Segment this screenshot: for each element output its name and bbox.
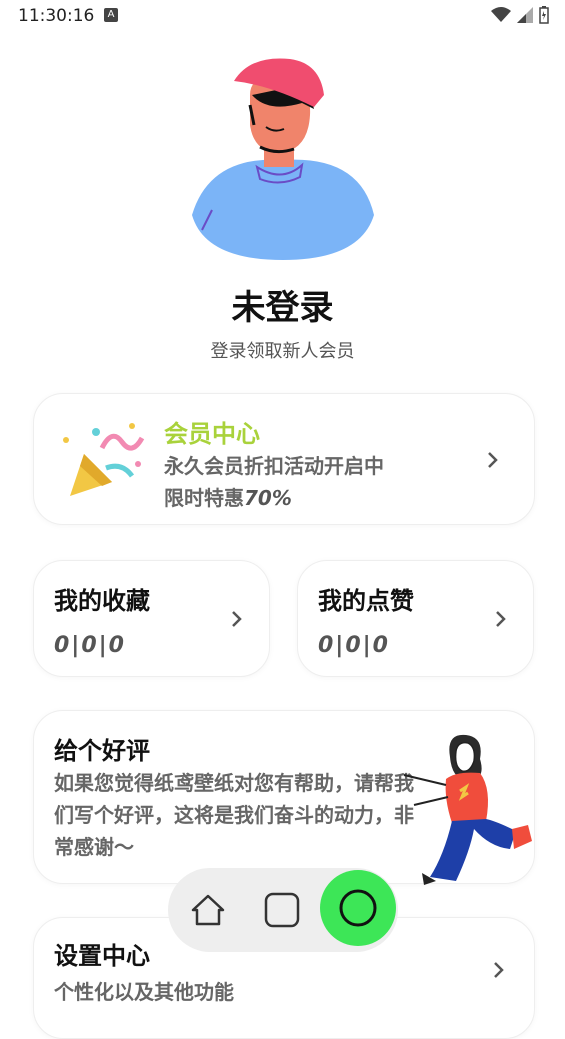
likes-title: 我的点赞 xyxy=(318,587,414,615)
settings-title: 设置中心 xyxy=(54,942,150,970)
nav-circle-button[interactable] xyxy=(320,870,396,946)
chevron-right-icon xyxy=(488,452,498,468)
vip-discount-value: 70% xyxy=(244,486,292,510)
favorites-count: 0|0|0 xyxy=(54,633,126,658)
notification-icon: A xyxy=(104,8,118,22)
vip-discount-label: 限时特惠 xyxy=(164,486,244,510)
favorites-title: 我的收藏 xyxy=(54,587,150,615)
vip-title: 会员中心 xyxy=(164,420,260,448)
bottom-navigation xyxy=(168,868,398,952)
vip-desc: 永久会员折扣活动开启中 xyxy=(164,454,384,478)
vip-discount: 限时特惠70% xyxy=(164,482,292,511)
signal-icon xyxy=(517,7,533,23)
status-icons xyxy=(491,6,549,24)
square-icon xyxy=(264,892,300,928)
person-illustration xyxy=(403,734,532,885)
nav-square-button[interactable] xyxy=(260,890,304,930)
circle-icon xyxy=(339,889,377,927)
my-favorites-card[interactable]: 我的收藏 0|0|0 xyxy=(33,560,270,677)
review-title: 给个好评 xyxy=(54,737,150,765)
wifi-icon xyxy=(491,7,511,22)
avatar[interactable] xyxy=(190,55,376,260)
status-time: 11:30:16 xyxy=(18,6,95,26)
party-popper-icon xyxy=(63,423,145,496)
likes-count: 0|0|0 xyxy=(318,633,390,658)
review-desc: 如果您觉得纸鸢壁纸对您有帮助，请帮我们写个好评，这将是我们奋斗的动力，非常感谢～ xyxy=(54,771,414,859)
battery-icon xyxy=(539,6,549,24)
settings-desc: 个性化以及其他功能 xyxy=(54,980,234,1004)
home-icon xyxy=(191,894,225,926)
chevron-right-icon xyxy=(232,611,242,627)
my-likes-card[interactable]: 我的点赞 0|0|0 xyxy=(297,560,534,677)
chevron-right-icon xyxy=(494,962,504,978)
rate-us-card[interactable]: 给个好评 如果您觉得纸鸢壁纸对您有帮助，请帮我们写个好评，这将是我们奋斗的动力，… xyxy=(33,710,535,885)
nav-home-button[interactable] xyxy=(186,890,230,930)
login-status-title[interactable]: 未登录 xyxy=(0,280,565,329)
chevron-right-icon xyxy=(496,611,506,627)
login-prompt[interactable]: 登录领取新人会员 xyxy=(0,337,565,363)
vip-center-card[interactable]: 会员中心 永久会员折扣活动开启中 限时特惠70% xyxy=(33,393,535,525)
status-bar: 11:30:16 A xyxy=(0,0,565,32)
